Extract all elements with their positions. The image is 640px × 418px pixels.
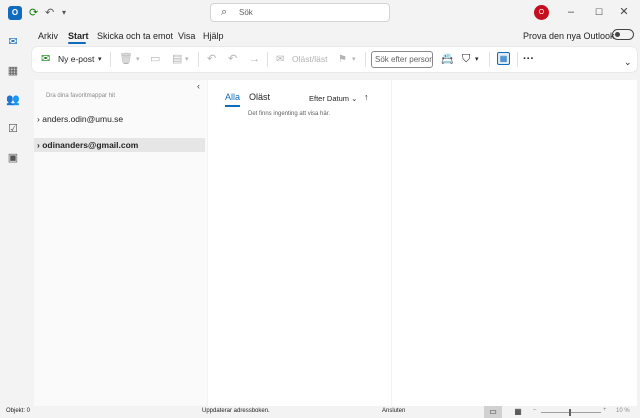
delete-icon[interactable]: 🗑 (119, 47, 133, 72)
normal-view-icon[interactable]: ▭ (484, 406, 502, 418)
connection-status: Ansluten (382, 408, 406, 414)
sync-icon[interactable]: ⟳ (29, 6, 38, 20)
ribbon-separator (198, 52, 199, 67)
reading-pane (392, 80, 637, 406)
read-unread-button[interactable]: Oläst/läst (292, 47, 327, 72)
move-icon[interactable]: ▤ (172, 47, 182, 72)
tab-start[interactable]: Start (68, 31, 89, 41)
active-filter-indicator (225, 105, 240, 107)
ribbon-separator (517, 52, 518, 67)
viva-insights-icon[interactable]: ▦ (497, 52, 510, 65)
mail-icon[interactable]: ✉ (5, 34, 21, 50)
people-icon[interactable]: 👥 (5, 92, 21, 108)
new-mail-dropdown-icon[interactable]: ▾ (98, 47, 102, 72)
outlook-icon: O (8, 6, 22, 20)
zoom-slider[interactable] (541, 412, 601, 413)
reading-view-icon[interactable]: ▦ (509, 406, 527, 418)
filter-dropdown-icon[interactable]: ▾ (475, 47, 479, 72)
ribbon: ✉ Ny e-post ▾ 🗑 ▾ ▭ ▤ ▾ ↶ ↶ → ✉ Oläst/lä… (32, 47, 637, 72)
tab-skicka-och-ta-emot[interactable]: Skicka och ta emot (97, 31, 173, 41)
empty-list-message: Det finns ingenting att visa här. (248, 111, 331, 117)
archive-icon[interactable]: ▭ (150, 47, 160, 72)
filter-all-tab[interactable]: Alla (225, 92, 240, 102)
calendar-icon[interactable]: ▦ (5, 63, 21, 79)
close-icon[interactable]: ✕ (613, 4, 635, 20)
move-dropdown-icon[interactable]: ▾ (185, 47, 189, 72)
message-list (208, 80, 391, 406)
ribbon-separator (489, 52, 490, 67)
reply-all-icon[interactable]: ↶ (228, 47, 237, 72)
chevron-right-icon: › (37, 114, 40, 124)
read-unread-icon: ✉ (276, 54, 285, 65)
chevron-right-icon: › (37, 140, 40, 150)
flag-dropdown-icon[interactable]: ▾ (352, 47, 356, 72)
sort-direction-icon[interactable]: ↑ (364, 92, 369, 102)
folder-pane (34, 80, 207, 406)
sort-label: Efter Datum (309, 94, 350, 103)
favorites-hint: Dra dina favoritmappar hit (46, 93, 116, 99)
forward-icon[interactable]: → (249, 47, 260, 72)
quick-access-dropdown-icon[interactable]: ▾ (62, 6, 66, 20)
new-mail-button[interactable]: Ny e-post (58, 47, 94, 72)
tab-arkiv[interactable]: Arkiv (38, 31, 58, 41)
try-new-outlook-label: Prova den nya Outlook (523, 31, 615, 41)
account-gmail[interactable]: › odinanders@gmail.com (37, 140, 138, 150)
address-book-icon[interactable]: 📇 (441, 47, 453, 72)
reply-icon[interactable]: ↶ (207, 47, 216, 72)
filter-unread-tab[interactable]: Oläst (249, 92, 270, 102)
search-input[interactable]: ⌕ Sök (210, 3, 390, 22)
undo-icon[interactable]: ↶ (45, 6, 54, 20)
avatar[interactable]: O (534, 5, 549, 20)
zoom-out-icon[interactable]: – (533, 407, 536, 413)
ribbon-separator (267, 52, 268, 67)
filter-icon[interactable]: ⛉ (462, 47, 470, 72)
flag-icon[interactable]: ⚑ (338, 47, 347, 72)
collapse-folder-pane-icon[interactable]: ‹ (197, 81, 200, 91)
tab-hjalp[interactable]: Hjälp (203, 31, 224, 41)
account-umu[interactable]: › anders.odin@umu.se (37, 114, 123, 124)
zoom-in-icon[interactable]: + (603, 407, 607, 413)
try-new-outlook-toggle[interactable] (612, 29, 634, 40)
maximize-icon[interactable]: ☐ (588, 4, 610, 20)
search-placeholder: Sök (239, 8, 253, 17)
active-tab-indicator (68, 42, 86, 44)
status-message: Uppdaterar adressboken. (202, 408, 270, 414)
tab-visa[interactable]: Visa (178, 31, 195, 41)
app-rail (0, 26, 26, 406)
ribbon-separator (365, 52, 366, 67)
account-label: anders.odin@umu.se (42, 114, 124, 124)
item-count: Objekt: 0 (6, 408, 31, 414)
expand-ribbon-icon[interactable]: ⌄ (624, 50, 632, 75)
zoom-level: 10 % (616, 408, 630, 414)
ribbon-separator (110, 52, 111, 67)
minimize-icon[interactable]: – (560, 4, 582, 20)
apps-icon[interactable]: ▣ (5, 150, 21, 166)
delete-dropdown-icon[interactable]: ▾ (136, 47, 140, 72)
account-label: odinanders@gmail.com (42, 140, 139, 150)
search-people-input[interactable]: Sök efter personer (371, 51, 433, 68)
search-icon: ⌕ (221, 6, 228, 18)
new-mail-icon: ✉ (41, 53, 51, 65)
sort-by-date-button[interactable]: Efter Datum ⌄ (309, 94, 357, 103)
zoom-slider-thumb[interactable] (569, 409, 571, 416)
tasks-icon[interactable]: ☑ (5, 121, 21, 137)
chevron-down-icon: ⌄ (351, 94, 358, 103)
more-options-icon[interactable]: ··· (523, 47, 534, 72)
